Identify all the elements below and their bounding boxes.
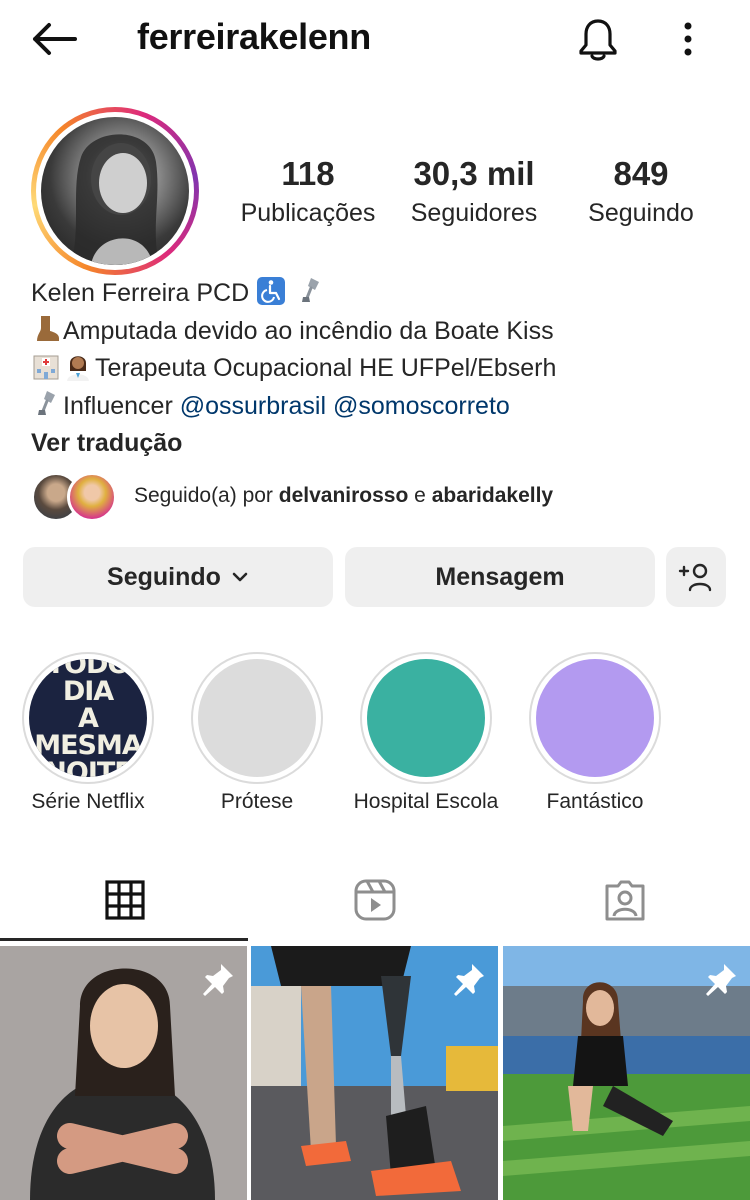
highlight-cover bbox=[198, 659, 316, 777]
stat-posts-count: 118 bbox=[281, 155, 335, 192]
active-tab-indicator bbox=[0, 938, 248, 941]
followed-by-text: Seguido(a) por delvanirosso e abaridakel… bbox=[134, 484, 553, 508]
reels-icon bbox=[354, 879, 396, 921]
stat-posts[interactable]: 118 Publicações bbox=[234, 153, 382, 231]
post-thumbnail[interactable] bbox=[503, 946, 750, 1200]
avatar bbox=[67, 472, 117, 522]
bio-mention-ossurbrasil[interactable]: @ossurbrasil bbox=[180, 392, 326, 420]
highlight-cover bbox=[367, 659, 485, 777]
followed-by[interactable]: Seguido(a) por delvanirosso e abaridakel… bbox=[31, 470, 731, 526]
leg-prosthesis-icon bbox=[302, 278, 320, 302]
highlight-label: Série Netflix bbox=[31, 790, 145, 813]
back-button[interactable] bbox=[28, 18, 80, 60]
chevron-down-icon bbox=[232, 572, 248, 582]
stat-followers[interactable]: 30,3 mil Seguidores bbox=[404, 153, 544, 231]
message-button[interactable]: Mensagem bbox=[345, 547, 655, 607]
bio-line-2: Terapeuta Ocupacional HE UFPel/Ebserh bbox=[31, 350, 731, 388]
bell-icon bbox=[579, 19, 617, 61]
highlight-cover-text: TODO DIA bbox=[46, 659, 131, 707]
see-translation-link[interactable]: Ver tradução bbox=[31, 425, 731, 463]
highlight-label: Hospital Escola bbox=[353, 790, 499, 813]
followed-by-prefix: Seguido(a) por bbox=[134, 484, 273, 507]
highlight-cover-text: A MESMA bbox=[34, 702, 143, 761]
more-options-button[interactable] bbox=[668, 16, 708, 62]
profile-tabs bbox=[0, 860, 750, 944]
bio-line-2-text: Terapeuta Ocupacional HE UFPel/Ebserh bbox=[95, 354, 557, 382]
highlight-cover-text: NOITE bbox=[44, 756, 132, 778]
grid-icon bbox=[105, 880, 145, 920]
following-button-label: Seguindo bbox=[107, 562, 221, 591]
bio-name-line: Kelen Ferreira PCD bbox=[31, 275, 731, 313]
add-user-icon bbox=[678, 563, 712, 592]
stat-followers-label: Seguidores bbox=[410, 199, 538, 227]
followed-by-user-1: delvanirosso bbox=[278, 484, 409, 507]
profile-avatar-story-ring[interactable] bbox=[31, 107, 199, 275]
hospital-icon bbox=[33, 355, 59, 380]
pin-icon bbox=[203, 964, 233, 996]
leg-prosthesis-icon bbox=[38, 390, 55, 415]
post-thumbnail[interactable] bbox=[251, 946, 498, 1200]
stat-following-count: 849 bbox=[613, 155, 669, 192]
bio-mention-somoscorreto[interactable]: @somoscorreto bbox=[333, 392, 510, 420]
stat-posts-label: Publicações bbox=[240, 199, 376, 227]
avatar bbox=[41, 117, 189, 265]
tagged-tab[interactable] bbox=[500, 860, 750, 940]
highlight-protese[interactable]: Prótese bbox=[191, 652, 323, 814]
notifications-button[interactable] bbox=[572, 14, 624, 66]
stat-following[interactable]: 849 Seguindo bbox=[580, 153, 702, 231]
profile-bio: Kelen Ferreira PCD Amputada devido ao in… bbox=[31, 275, 731, 463]
highlight-label: Fantástico bbox=[546, 790, 644, 813]
profile-username: ferreirakelenn bbox=[137, 16, 371, 57]
foot-icon bbox=[37, 315, 59, 341]
followed-by-user-2: abaridakelly bbox=[431, 484, 554, 507]
health-worker-icon bbox=[67, 356, 89, 381]
wheelchair-icon bbox=[257, 277, 286, 305]
highlight-cover: TODO DIA A MESMA NOITE bbox=[29, 659, 147, 777]
bio-line-3: Influencer @ossurbrasil @somoscorreto bbox=[31, 388, 731, 426]
more-vertical-icon bbox=[684, 22, 692, 56]
grid-tab[interactable] bbox=[0, 860, 250, 940]
highlight-hospital-escola[interactable]: Hospital Escola bbox=[354, 652, 498, 814]
pin-icon bbox=[706, 964, 736, 996]
arrow-left-icon bbox=[33, 23, 77, 55]
followed-by-conjunction: e bbox=[414, 484, 426, 507]
following-button[interactable]: Seguindo bbox=[23, 547, 333, 607]
add-user-button[interactable] bbox=[666, 547, 726, 607]
highlight-fantastico[interactable]: Fantástico bbox=[529, 652, 661, 814]
profile-display-name: Kelen Ferreira PCD bbox=[31, 279, 250, 307]
bio-line-1-text: Amputada devido ao incêndio da Boate Kis… bbox=[63, 316, 554, 345]
highlight-serie-netflix[interactable]: TODO DIA A MESMA NOITE Série Netflix bbox=[22, 652, 154, 814]
message-button-label: Mensagem bbox=[435, 562, 565, 591]
reels-tab[interactable] bbox=[250, 860, 500, 940]
bio-line-3-text: Influencer bbox=[63, 391, 173, 420]
highlight-cover bbox=[536, 659, 654, 777]
stat-following-label: Seguindo bbox=[588, 199, 694, 227]
pin-icon bbox=[454, 964, 484, 996]
highlight-label: Prótese bbox=[220, 790, 294, 813]
profile-header: ferreirakelenn bbox=[0, 0, 750, 78]
bio-line-1: Amputada devido ao incêndio da Boate Kis… bbox=[31, 313, 731, 351]
stat-followers-count: 30,3 mil bbox=[413, 155, 535, 192]
tagged-person-icon bbox=[605, 880, 645, 921]
post-thumbnail[interactable] bbox=[0, 946, 247, 1200]
